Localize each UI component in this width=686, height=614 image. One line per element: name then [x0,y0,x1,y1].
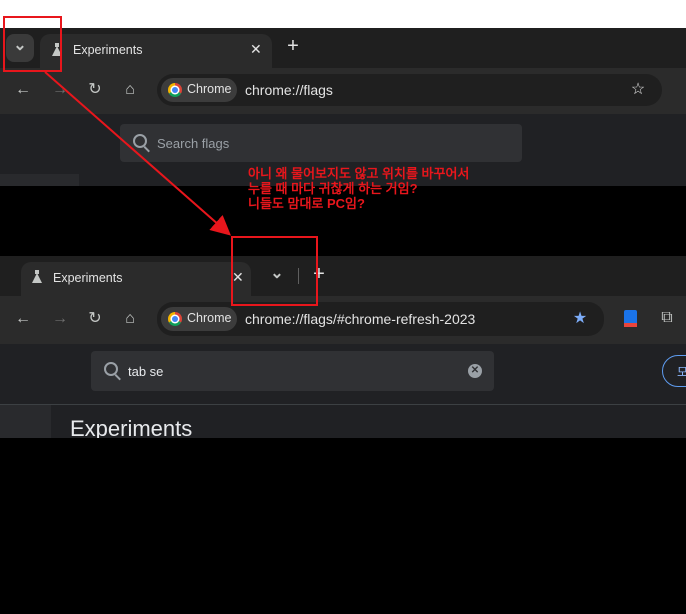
annotation-line: 누를 때 마다 귀찮게 하는 거임? [248,181,418,196]
annotation-text: 아니 왜 물어보지도 않고 위치를 바꾸어서 누를 때 마다 귀찮게 하는 거임… [248,166,469,211]
annotation-line: 니들도 맘대로 PC임? [248,196,365,211]
annotation-arrow [44,71,232,236]
annotation-line: 아니 왜 물어보지도 않고 위치를 바꾸어서 [248,166,470,181]
